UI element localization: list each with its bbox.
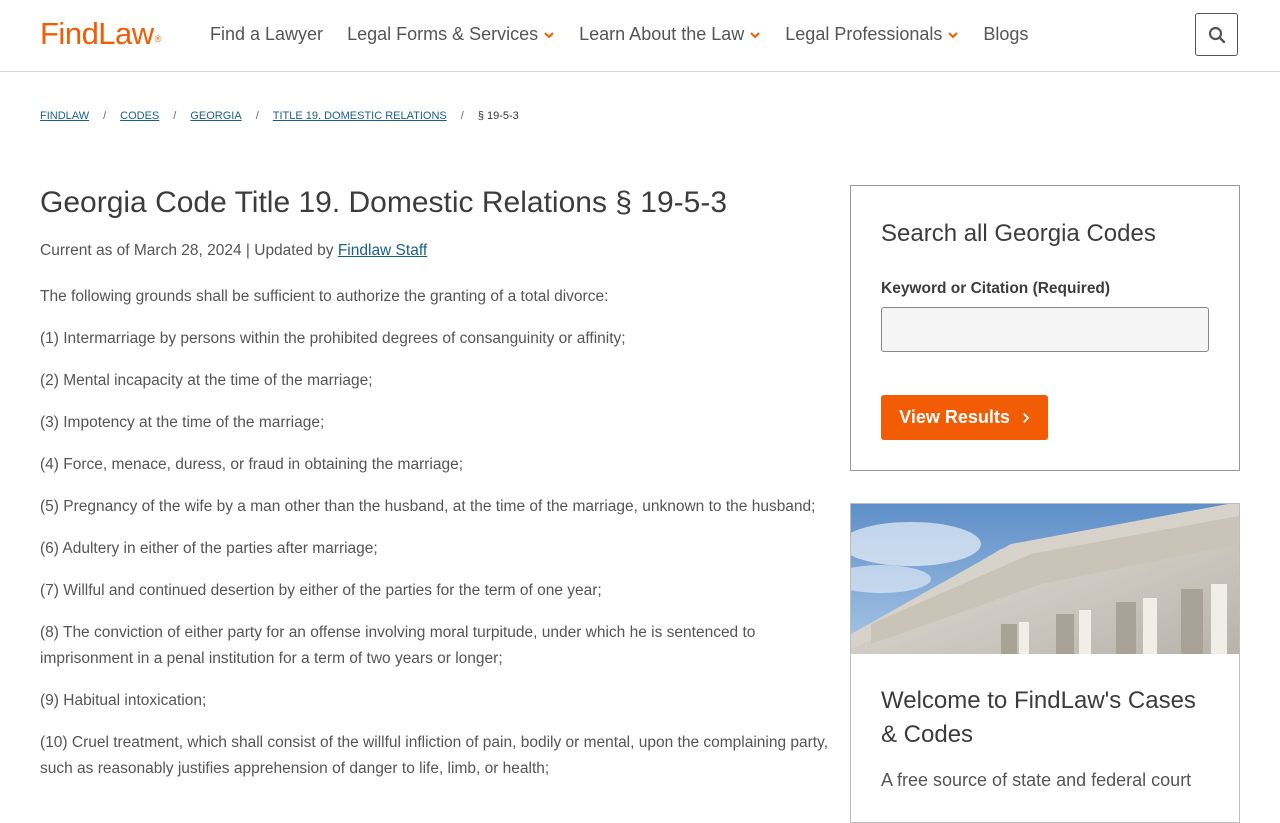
- statute-paragraph: (9) Habitual intoxication;: [40, 692, 207, 709]
- nav-label: Blogs: [983, 24, 1029, 44]
- author-link[interactable]: Findlaw Staff: [338, 242, 427, 259]
- statute-paragraph: The following grounds shall be sufficien…: [40, 288, 609, 305]
- nav-blogs[interactable]: Blogs: [983, 24, 1028, 45]
- header-search-button[interactable]: [1195, 13, 1238, 56]
- keyword-citation-input[interactable]: [881, 307, 1209, 352]
- breadcrumb: FINDLAW / CODES / GEORGIA / TITLE 19. DO…: [40, 110, 519, 122]
- search-icon: [1208, 26, 1225, 43]
- code-search-card: Search all Georgia Codes Keyword or Cita…: [850, 185, 1240, 471]
- chevron-down-icon: [948, 31, 959, 38]
- view-results-label: View Results: [899, 407, 1010, 427]
- logo-text: FindLaw: [40, 16, 154, 51]
- statute-paragraph: (2) Mental incapacity at the time of the…: [40, 372, 373, 389]
- statute-paragraph: (3) Impotency at the time of the marriag…: [40, 414, 325, 431]
- main-nav: Find a Lawyer Legal Forms & Services Lea…: [210, 24, 1052, 45]
- statute-paragraph: (8) The conviction of either party for a…: [40, 624, 756, 667]
- findlaw-logo[interactable]: FindLaw®: [40, 16, 161, 52]
- statute-paragraph: (6) Adultery in either of the parties af…: [40, 540, 378, 557]
- search-field-label: Keyword or Citation (Required): [881, 280, 1111, 297]
- supreme-court-image: [851, 504, 1239, 654]
- welcome-card: Welcome to FindLaw's Cases & Codes A fre…: [850, 503, 1240, 823]
- nav-learn-about-law[interactable]: Learn About the Law: [579, 24, 761, 45]
- breadcrumb-findlaw[interactable]: FINDLAW: [40, 110, 89, 122]
- site-header: FindLaw® Find a Lawyer Legal Forms & Ser…: [0, 0, 1280, 72]
- article-meta: Current as of March 28, 2024 | Updated b…: [40, 242, 830, 260]
- nav-label: Legal Forms & Services: [347, 24, 539, 44]
- search-card-heading: Search all Georgia Codes: [881, 220, 1156, 247]
- nav-legal-forms[interactable]: Legal Forms & Services: [347, 24, 555, 45]
- welcome-heading: Welcome to FindLaw's Cases & Codes: [881, 687, 1196, 748]
- breadcrumb-separator: /: [173, 110, 177, 122]
- welcome-text: A free source of state and federal court: [881, 770, 1192, 790]
- statute-paragraph: (7) Willful and continued desertion by e…: [40, 582, 602, 599]
- statute-paragraph: (10) Cruel treatment, which shall consis…: [40, 734, 829, 777]
- breadcrumb-georgia[interactable]: GEORGIA: [190, 110, 241, 122]
- article: Georgia Code Title 19. Domestic Relation…: [40, 186, 830, 798]
- nav-legal-professionals[interactable]: Legal Professionals: [785, 24, 959, 45]
- nav-label: Learn About the Law: [579, 24, 745, 44]
- view-results-button[interactable]: View Results: [881, 395, 1048, 440]
- breadcrumb-title-19[interactable]: TITLE 19. DOMESTIC RELATIONS: [273, 110, 447, 122]
- breadcrumb-current: § 19-5-3: [477, 110, 519, 122]
- statute-paragraph: (1) Intermarriage by persons within the …: [40, 330, 626, 347]
- meta-text: Current as of March 28, 2024 | Updated b…: [40, 242, 338, 259]
- statute-paragraph: (4) Force, menace, duress, or fraud in o…: [40, 456, 464, 473]
- chevron-down-icon: [544, 31, 554, 38]
- statute-paragraph: (5) Pregnancy of the wife by a man other…: [40, 498, 816, 515]
- chevron-down-icon: [750, 31, 760, 38]
- page-title: Georgia Code Title 19. Domestic Relation…: [40, 186, 728, 219]
- registered-mark: ®: [154, 34, 162, 44]
- breadcrumb-codes[interactable]: CODES: [120, 110, 159, 122]
- nav-label: Find a Lawyer: [210, 24, 324, 44]
- chevron-right-icon: [1022, 412, 1030, 423]
- breadcrumb-separator: /: [103, 110, 107, 122]
- breadcrumb-separator: /: [460, 110, 464, 122]
- nav-find-a-lawyer[interactable]: Find a Lawyer: [210, 24, 323, 45]
- breadcrumb-separator: /: [255, 110, 259, 122]
- nav-label: Legal Professionals: [785, 24, 943, 44]
